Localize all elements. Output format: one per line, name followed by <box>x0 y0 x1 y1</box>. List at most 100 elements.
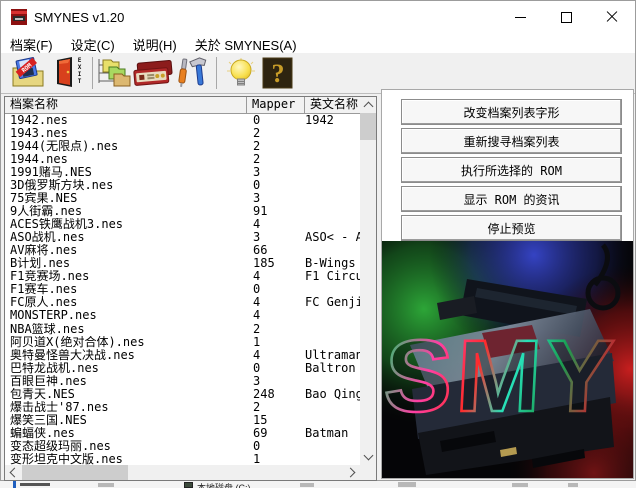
rom-mapper: 248 <box>253 387 275 401</box>
rom-preview-image: SMY <box>382 241 633 478</box>
list-item[interactable]: MONSTERP.nes 4 <box>5 309 360 322</box>
maximize-button[interactable] <box>543 1 589 33</box>
exit-icon[interactable]: EXIT <box>52 57 90 89</box>
list-item[interactable]: 3D俄罗斯方块.nes 0 <box>5 179 360 192</box>
list-item[interactable]: 1943.nes 2 <box>5 127 360 140</box>
rom-filename: 75宾果.NES <box>10 192 78 206</box>
list-item[interactable]: 阿贝道X(绝对合体).nes 1 <box>5 336 360 349</box>
list-item[interactable]: ASO战机.nes 3 ASO< - Ar <box>5 231 360 244</box>
rom-filename: 1942.nes <box>10 114 68 127</box>
scroll-down-button[interactable] <box>360 449 376 465</box>
about-question-icon[interactable]: ? <box>261 57 295 89</box>
list-item[interactable]: 百眼巨神.nes 3 <box>5 375 360 388</box>
list-item[interactable]: F1竞赛场.nes 4 F1 Circus <box>5 270 360 283</box>
list-item[interactable]: 变形坦克中文版.nes 1 <box>5 453 360 465</box>
run-rom-button[interactable]: 执行所选择的 ROM <box>401 157 622 183</box>
title-bar[interactable]: SMYNES v1.20 <box>1 1 635 33</box>
toolbar-separator <box>216 57 217 89</box>
list-item[interactable]: FC原人.nes 4 FC Genjin <box>5 296 360 309</box>
rom-mapper: 91 <box>253 205 268 219</box>
rom-filename: 蝙蝠侠.nes <box>10 426 75 440</box>
minimize-button[interactable] <box>497 1 543 33</box>
minimize-icon <box>514 16 526 18</box>
rom-english-name <box>305 218 360 231</box>
rom-english-name: Ultraman <box>305 348 360 362</box>
tools-icon[interactable] <box>173 57 209 89</box>
rom-mapper: 3 <box>253 192 261 206</box>
file-list-icon[interactable] <box>97 57 131 89</box>
list-item[interactable]: 75宾果.NES 3 <box>5 192 360 205</box>
stop-preview-button[interactable]: 停止预览 <box>401 215 622 241</box>
scroll-left-button[interactable] <box>5 465 21 480</box>
rom-mapper: 3 <box>253 166 261 180</box>
rom-filename: NBA篮球.nes <box>10 322 85 336</box>
scroll-up-button[interactable] <box>360 97 376 113</box>
list-item[interactable]: B计划.nes 185 B-Wings <box>5 257 360 270</box>
change-font-button[interactable]: 改变档案列表字形 <box>401 99 622 125</box>
rom-english-name <box>305 179 360 192</box>
list-item[interactable]: 1991赌马.NES 3 <box>5 166 360 179</box>
list-item[interactable]: NBA篮球.nes 2 <box>5 323 360 336</box>
list-item[interactable]: F1赛车.nes 0 <box>5 283 360 296</box>
list-item[interactable]: 爆击战士'87.nes 2 <box>5 401 360 414</box>
close-icon <box>606 11 618 23</box>
open-rom-icon[interactable]: ROM <box>10 57 46 89</box>
scroll-right-button[interactable] <box>344 465 360 480</box>
list-header: 档案名称 Mapper 英文名称 <box>5 97 376 114</box>
menu-bar: 档案(F) 设定(C) 说明(H) 关於 SMYNES(A) <box>1 33 635 53</box>
rescan-list-button[interactable]: 重新搜寻档案列表 <box>401 128 622 154</box>
rom-mapper: 0 <box>253 114 261 127</box>
scrollbar-corner <box>360 465 376 480</box>
close-button[interactable] <box>589 1 635 33</box>
maximize-icon <box>560 11 572 23</box>
horizontal-scroll-thumb[interactable] <box>22 465 128 480</box>
list-item[interactable]: 奥特曼怪兽大决战.nes 4 Ultraman <box>5 349 360 362</box>
rom-mapper: 15 <box>253 413 268 427</box>
list-item[interactable]: 巴特龙战机.nes 0 Baltron <box>5 362 360 375</box>
rom-filename: 3D俄罗斯方块.nes <box>10 179 114 193</box>
rom-english-name <box>305 401 360 414</box>
list-item[interactable]: 变态超级玛丽.nes 0 <box>5 440 360 453</box>
rom-mapper: 4 <box>253 296 261 310</box>
exit-label: EXIT <box>76 57 83 85</box>
rom-filename: 爆笑三国.NES <box>10 413 87 427</box>
vertical-scroll-thumb[interactable] <box>360 113 376 140</box>
rom-english-name <box>305 244 360 257</box>
rom-filename: ASO战机.nes <box>10 231 85 245</box>
list-item[interactable]: 1944.nes 2 <box>5 153 360 166</box>
rom-mapper: 2 <box>253 322 261 336</box>
list-rows: 1942.nes 0 1942 1943.nes 2 1944(无限点).nes… <box>5 114 360 465</box>
rom-info-button[interactable]: 显示 ROM 的资讯 <box>401 186 622 212</box>
rom-mapper: 1 <box>253 335 261 349</box>
list-item[interactable]: AV麻将.nes 66 <box>5 244 360 257</box>
column-header-filename[interactable]: 档案名称 <box>5 97 247 113</box>
rom-filename: AV麻将.nes <box>10 244 78 258</box>
rom-english-name: Baltron <box>305 361 356 375</box>
rom-mapper: 0 <box>253 179 261 193</box>
list-item[interactable]: 包青天.NES 248 Bao Qing <box>5 388 360 401</box>
rom-english-name <box>305 153 360 166</box>
list-item[interactable]: 9人街霸.nes 91 <box>5 205 360 218</box>
drive-label: 本地磁盘 (C:) <box>197 483 251 488</box>
rom-filename: 奥特曼怪兽大决战.nes <box>10 348 135 362</box>
famicom-icon[interactable] <box>132 57 174 89</box>
toolbar-separator <box>92 57 93 89</box>
preview-bulb-icon[interactable] <box>223 57 259 89</box>
rom-mapper: 4 <box>253 348 261 362</box>
rom-filename: 爆击战士'87.nes <box>10 400 109 414</box>
smynes-window: SMYNES v1.20 档案(F) 设定(C) 说明(H) 关於 SMYNES(A)… <box>0 0 636 481</box>
rom-english-name <box>305 140 360 153</box>
list-item[interactable]: 1944(无限点).nes 2 <box>5 140 360 153</box>
list-item[interactable]: ACES铁鹰战机3.nes 4 <box>5 218 360 231</box>
list-item[interactable]: 爆笑三国.NES 15 <box>5 414 360 427</box>
rom-english-name <box>305 453 360 465</box>
list-item[interactable]: 蝙蝠侠.nes 69 Batman <box>5 427 360 440</box>
rom-english-name: F1 Circus <box>305 270 360 284</box>
rom-english-name <box>305 192 360 205</box>
vertical-scrollbar[interactable] <box>360 97 376 465</box>
column-header-mapper[interactable]: Mapper <box>247 97 305 113</box>
horizontal-scrollbar[interactable] <box>5 465 360 480</box>
background-window-sliver: 本地磁盘 (C:) <box>0 481 636 488</box>
rom-filename: F1竞赛场.nes <box>10 270 90 284</box>
list-item[interactable]: 1942.nes 0 1942 <box>5 114 360 127</box>
